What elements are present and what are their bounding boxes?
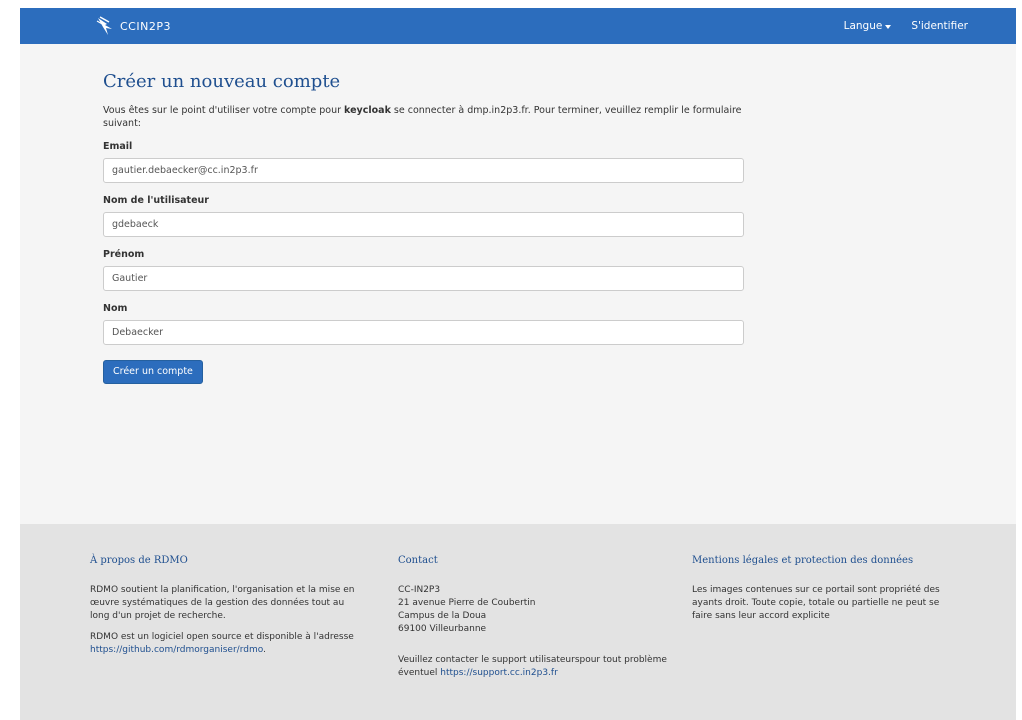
page-title: Créer un nouveau compte (103, 71, 341, 92)
footer-legal: Mentions légales et protection des donné… (692, 555, 962, 631)
intro-before: Vous êtes sur le point d'utiliser votre … (103, 105, 345, 116)
lastname-group: Nom Debaecker (103, 303, 744, 345)
username-group: Nom de l'utilisateur gdebaeck (103, 195, 744, 237)
lastname-label: Nom (103, 303, 128, 314)
language-dropdown[interactable]: Langue (844, 20, 892, 32)
contact-address: CC-IN2P3 21 avenue Pierre de Coubertin C… (398, 584, 668, 636)
lastname-field[interactable]: Debaecker (103, 320, 744, 345)
contact-support: Veuillez contacter le support utilisateu… (398, 654, 668, 680)
firstname-label: Prénom (103, 249, 145, 260)
navbar: CCIN2P3 Langue S'identifier (20, 8, 1016, 44)
page: CCIN2P3 Langue S'identifier Créer un nou… (20, 8, 1016, 720)
login-label: S'identifier (911, 20, 968, 32)
legal-title: Mentions légales et protection des donné… (692, 555, 914, 566)
username-field[interactable]: gdebaeck (103, 212, 744, 237)
brand-logo[interactable]: CCIN2P3 (96, 14, 171, 38)
about-license: RDMO est un logiciel open source et disp… (90, 631, 360, 657)
support-link[interactable]: https://support.cc.in2p3.fr (440, 668, 558, 678)
address-line: 21 avenue Pierre de Coubertin (398, 598, 536, 608)
email-label: Email (103, 141, 133, 152)
legal-text: Les images contenues sur ce portail sont… (692, 585, 940, 621)
email-group: Email gautier.debaecker@cc.in2p3.fr (103, 141, 744, 183)
intro-bold: keycloak (344, 105, 391, 116)
create-account-button[interactable]: Créer un compte (103, 360, 203, 384)
intro-text: Vous êtes sur le point d'utiliser votre … (103, 104, 743, 130)
navbar-right: Langue S'identifier (844, 8, 968, 44)
github-link[interactable]: https://github.com/rdmorganiser/rdmo (90, 645, 263, 655)
language-label: Langue (843, 20, 883, 32)
address-line: Campus de la Doua (398, 611, 487, 621)
about-license-text: RDMO est un logiciel open source et disp… (90, 632, 354, 642)
address-line: CC-IN2P3 (398, 585, 441, 595)
login-link[interactable]: S'identifier (911, 20, 968, 32)
email-field[interactable]: gautier.debaecker@cc.in2p3.fr (103, 158, 744, 183)
about-license-end: . (263, 645, 266, 655)
main-content: Créer un nouveau compte Vous êtes sur le… (103, 71, 744, 384)
contact-title: Contact (398, 555, 438, 566)
logo-icon (96, 16, 112, 35)
brand-text: CCIN2P3 (120, 19, 171, 33)
address-line: 69100 Villeurbanne (398, 624, 487, 634)
about-title: À propos de RDMO (90, 555, 188, 566)
footer: À propos de RDMO RDMO soutient la planif… (20, 524, 1016, 720)
about-text: RDMO soutient la planification, l'organi… (90, 585, 355, 621)
username-label: Nom de l'utilisateur (103, 195, 209, 206)
firstname-field[interactable]: Gautier (103, 266, 744, 291)
footer-contact: Contact CC-IN2P3 21 avenue Pierre de Cou… (398, 555, 668, 688)
firstname-group: Prénom Gautier (103, 249, 744, 291)
footer-about: À propos de RDMO RDMO soutient la planif… (90, 555, 360, 665)
caret-down-icon (885, 24, 892, 29)
